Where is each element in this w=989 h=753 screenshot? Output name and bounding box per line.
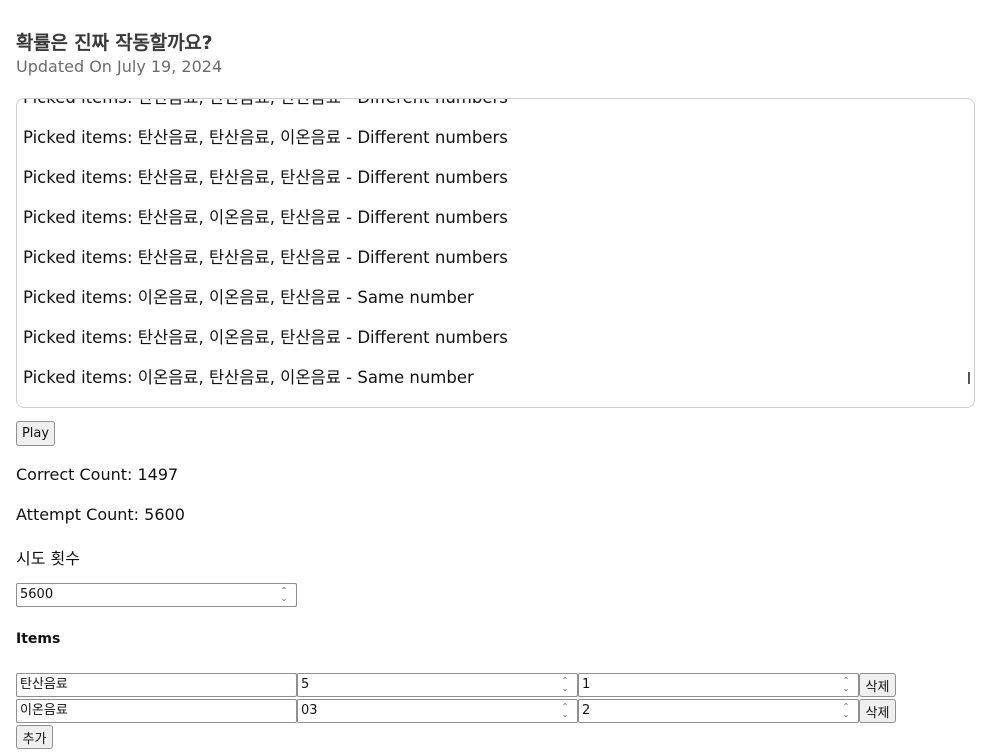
log-line: Picked items: 탄산음료, 이온음료, 탄산음료 - Differe… [23, 208, 508, 227]
log-line: Picked items: 이온음료, 이온음료, 탄산음료 - Same nu… [23, 288, 474, 307]
log-line: Picked items: 탄산음료, 탄산음료, 이온음료 - Differe… [23, 128, 508, 147]
updated-date: Updated On July 19, 2024 [16, 57, 223, 76]
item-name-value: 이온음료 [20, 703, 68, 718]
correct-count: Correct Count: 1497 [16, 465, 179, 484]
item-count-input[interactable]: 03 ⌃ ⌄ [297, 699, 578, 723]
log-line: Picked items: 탄산음료, 탄산음료, 탄산음료 - Differe… [23, 168, 508, 187]
item-number-value: 2 [582, 703, 591, 718]
attempts-label: 시도 횟수 [16, 549, 80, 568]
attempt-count: Attempt Count: 5600 [16, 505, 185, 524]
delete-item-button[interactable]: 삭제 [859, 699, 896, 723]
play-button[interactable]: Play [16, 421, 55, 446]
page: 확률은 진짜 작동할까요? Updated On July 19, 2024 P… [0, 0, 989, 753]
item-number-input[interactable]: 1 ⌃ ⌄ [578, 673, 859, 697]
item-name-input[interactable]: 탄산음료 [16, 673, 297, 697]
results-log[interactable]: Picked items: 탄산음료, 탄산음료, 탄산음료 - Differe… [16, 98, 975, 408]
spinner-icon[interactable]: ⌃ ⌄ [840, 703, 852, 719]
spinner-icon[interactable]: ⌃ ⌄ [840, 677, 852, 693]
spinner-icon[interactable]: ⌃ ⌄ [278, 587, 290, 603]
log-line: Picked items: 탄산음료, 탄산음료, 탄산음료 - Differe… [23, 99, 960, 126]
log-line: Picked items: 탄산음료, 이온음료, 탄산음료 - Differe… [23, 328, 508, 347]
item-count-value: 5 [301, 677, 310, 692]
page-title: 확률은 진짜 작동할까요? [16, 32, 213, 54]
log-line: Picked items: 이온음료, 탄산음료, 이온음료 - Same nu… [23, 368, 474, 387]
log-line: Picked items: 탄산음료, 탄산음료, 탄산음료 - Differe… [23, 248, 508, 267]
items-heading: Items [16, 631, 61, 647]
spinner-icon[interactable]: ⌃ ⌄ [559, 703, 571, 719]
item-count-value: 03 [301, 703, 318, 718]
item-number-value: 1 [582, 677, 591, 692]
attempts-input[interactable]: 5600 ⌃ ⌄ [16, 583, 297, 607]
item-count-input[interactable]: 5 ⌃ ⌄ [297, 673, 578, 697]
add-item-button[interactable]: 추가 [16, 725, 53, 749]
item-name-input[interactable]: 이온음료 [16, 699, 297, 723]
delete-item-button[interactable]: 삭제 [859, 673, 896, 697]
attempts-input-value: 5600 [20, 587, 54, 602]
item-name-value: 탄산음료 [20, 677, 68, 692]
results-log-content: Picked items: 탄산음료, 탄산음료, 탄산음료 - Differe… [23, 99, 960, 406]
spinner-icon[interactable]: ⌃ ⌄ [559, 677, 571, 693]
item-number-input[interactable]: 2 ⌃ ⌄ [578, 699, 859, 723]
log-scrollbar[interactable] [968, 372, 970, 384]
